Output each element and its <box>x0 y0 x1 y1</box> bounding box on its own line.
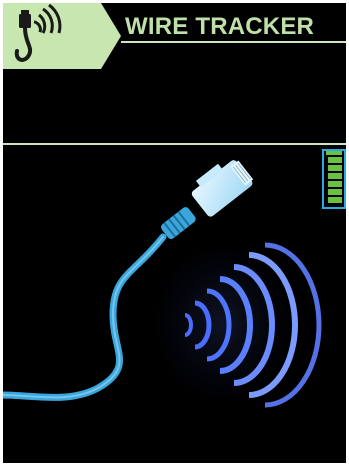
rj45-plug <box>191 160 254 217</box>
device-screen: WIRE TRACKER <box>3 3 346 463</box>
app-title: WIRE TRACKER <box>125 13 315 40</box>
ethernet-cable-signal-illustration <box>3 160 322 408</box>
ethernet-signal-icon <box>3 3 121 69</box>
signal-waves <box>153 242 322 408</box>
title-underline <box>121 41 346 43</box>
header-bar: WIRE TRACKER <box>3 3 346 143</box>
cable <box>3 233 167 401</box>
